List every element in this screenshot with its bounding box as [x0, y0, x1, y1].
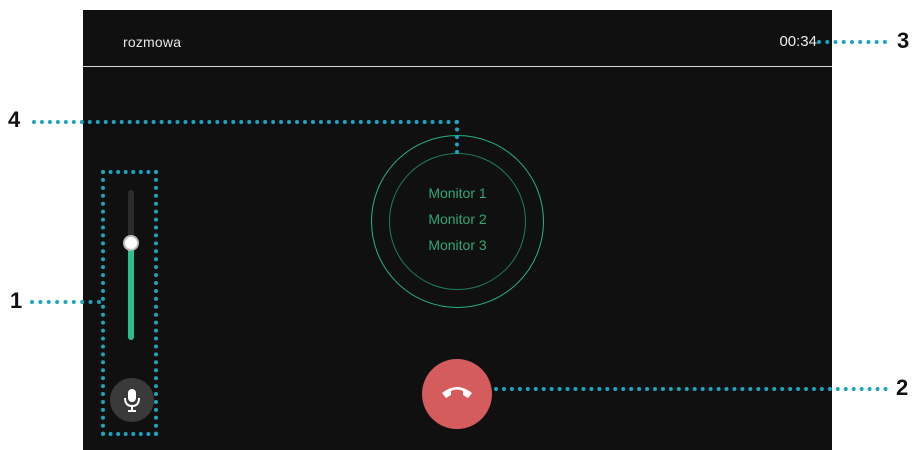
call-timer: 00:34	[779, 33, 817, 50]
annotation-line-1	[30, 300, 101, 304]
annotation-label-1: 1	[10, 288, 23, 313]
annotation-line-4	[32, 120, 459, 124]
call-screen: rozmowa 00:34 Monitor 1 Monitor 2 Monito…	[83, 10, 832, 450]
top-bar: rozmowa 00:34	[83, 10, 832, 67]
annotation-line-4-vertical	[455, 120, 459, 154]
hang-up-button[interactable]	[422, 359, 492, 429]
annotation-label-2: 2	[896, 375, 909, 400]
monitor-item-1[interactable]: Monitor 1	[389, 180, 526, 206]
annotation-line-2	[494, 387, 888, 391]
page: rozmowa 00:34 Monitor 1 Monitor 2 Monito…	[0, 0, 917, 450]
annotation-label-4: 4	[8, 107, 21, 132]
screen-title: rozmowa	[123, 34, 182, 50]
monitor-list: Monitor 1 Monitor 2 Monitor 3	[389, 180, 526, 258]
annotation-box-volume	[101, 170, 158, 436]
annotation-line-3	[817, 40, 887, 44]
monitor-item-2[interactable]: Monitor 2	[389, 206, 526, 232]
phone-hangup-icon	[442, 387, 472, 398]
annotation-label-3: 3	[897, 28, 910, 53]
monitor-item-3[interactable]: Monitor 3	[389, 232, 526, 258]
